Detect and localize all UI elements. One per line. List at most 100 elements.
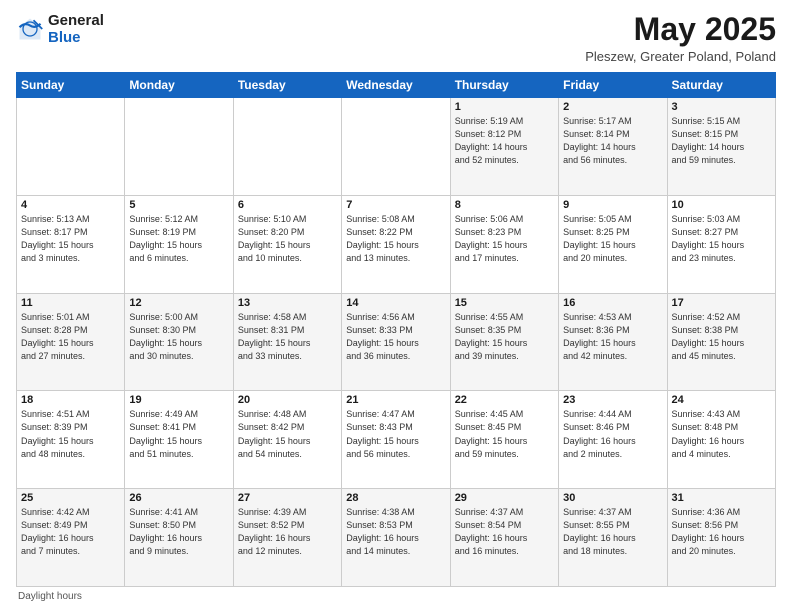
col-monday: Monday	[125, 73, 233, 98]
day-info: Sunrise: 5:19 AM Sunset: 8:12 PM Dayligh…	[455, 115, 554, 167]
day-number: 22	[455, 394, 554, 406]
table-row: 18 Sunrise: 4:51 AM Sunset: 8:39 PM Dayli…	[17, 391, 125, 489]
day-info: Sunrise: 5:03 AM Sunset: 8:27 PM Dayligh…	[672, 213, 771, 265]
calendar-header-row: Sunday Monday Tuesday Wednesday Thursday…	[17, 73, 776, 98]
day-number: 21	[346, 394, 445, 406]
day-number: 5	[129, 199, 228, 211]
day-number: 28	[346, 492, 445, 504]
day-number: 11	[21, 297, 120, 309]
table-row: 11 Sunrise: 5:01 AM Sunset: 8:28 PM Dayli…	[17, 293, 125, 391]
table-row: 16 Sunrise: 4:53 AM Sunset: 8:36 PM Dayli…	[559, 293, 667, 391]
table-row: 22 Sunrise: 4:45 AM Sunset: 8:45 PM Dayli…	[450, 391, 558, 489]
day-info: Sunrise: 5:01 AM Sunset: 8:28 PM Dayligh…	[21, 311, 120, 363]
day-number: 10	[672, 199, 771, 211]
day-number: 6	[238, 199, 337, 211]
day-number: 29	[455, 492, 554, 504]
calendar-week-row: 4 Sunrise: 5:13 AM Sunset: 8:17 PM Daylig…	[17, 195, 776, 293]
table-row: 24 Sunrise: 4:43 AM Sunset: 8:48 PM Dayli…	[667, 391, 775, 489]
title-block: May 2025 Pleszew, Greater Poland, Poland	[585, 12, 776, 64]
table-row: 12Sunrise: 5:00 AM Sunset: 8:30 PM Dayli…	[125, 293, 233, 391]
day-info: Sunrise: 5:12 AM Sunset: 8:19 PM Dayligh…	[129, 213, 228, 265]
table-row: 4 Sunrise: 5:13 AM Sunset: 8:17 PM Daylig…	[17, 195, 125, 293]
day-info: Sunrise: 4:56 AM Sunset: 8:33 PM Dayligh…	[346, 311, 445, 363]
day-number: 18	[21, 394, 120, 406]
day-info: Sunrise: 4:45 AM Sunset: 8:45 PM Dayligh…	[455, 408, 554, 460]
day-info: Sunrise: 5:06 AM Sunset: 8:23 PM Dayligh…	[455, 213, 554, 265]
day-info: Sunrise: 5:00 AM Sunset: 8:30 PM Dayligh…	[129, 311, 228, 363]
table-row: 30Sunrise: 4:37 AM Sunset: 8:55 PM Dayli…	[559, 489, 667, 587]
day-info: Sunrise: 4:44 AM Sunset: 8:46 PM Dayligh…	[563, 408, 662, 460]
day-number: 7	[346, 199, 445, 211]
calendar-week-row: 18 Sunrise: 4:51 AM Sunset: 8:39 PM Dayli…	[17, 391, 776, 489]
day-info: Sunrise: 5:10 AM Sunset: 8:20 PM Dayligh…	[238, 213, 337, 265]
table-row: 19 Sunrise: 4:49 AM Sunset: 8:41 PM Dayli…	[125, 391, 233, 489]
day-number: 15	[455, 297, 554, 309]
table-row: 6 Sunrise: 5:10 AM Sunset: 8:20 PM Daylig…	[233, 195, 341, 293]
day-info: Sunrise: 4:48 AM Sunset: 8:42 PM Dayligh…	[238, 408, 337, 460]
footer-note: Daylight hours	[16, 591, 776, 602]
table-row: 9Sunrise: 5:05 AM Sunset: 8:25 PM Daylig…	[559, 195, 667, 293]
day-number: 20	[238, 394, 337, 406]
table-row: 3 Sunrise: 5:15 AM Sunset: 8:15 PM Daylig…	[667, 98, 775, 196]
day-number: 27	[238, 492, 337, 504]
col-saturday: Saturday	[667, 73, 775, 98]
day-info: Sunrise: 4:58 AM Sunset: 8:31 PM Dayligh…	[238, 311, 337, 363]
table-row: 7Sunrise: 5:08 AM Sunset: 8:22 PM Daylig…	[342, 195, 450, 293]
table-row: 27Sunrise: 4:39 AM Sunset: 8:52 PM Dayli…	[233, 489, 341, 587]
table-row: 26Sunrise: 4:41 AM Sunset: 8:50 PM Dayli…	[125, 489, 233, 587]
col-tuesday: Tuesday	[233, 73, 341, 98]
footer-text: Daylight hours	[18, 591, 82, 602]
day-number: 31	[672, 492, 771, 504]
table-row: 31Sunrise: 4:36 AM Sunset: 8:56 PM Dayli…	[667, 489, 775, 587]
day-info: Sunrise: 5:05 AM Sunset: 8:25 PM Dayligh…	[563, 213, 662, 265]
col-sunday: Sunday	[17, 73, 125, 98]
logo: General Blue	[16, 12, 104, 46]
day-info: Sunrise: 4:43 AM Sunset: 8:48 PM Dayligh…	[672, 408, 771, 460]
day-info: Sunrise: 4:55 AM Sunset: 8:35 PM Dayligh…	[455, 311, 554, 363]
day-info: Sunrise: 5:13 AM Sunset: 8:17 PM Dayligh…	[21, 213, 120, 265]
table-row	[342, 98, 450, 196]
col-wednesday: Wednesday	[342, 73, 450, 98]
table-row: 1Sunrise: 5:19 AM Sunset: 8:12 PM Daylig…	[450, 98, 558, 196]
title-location: Pleszew, Greater Poland, Poland	[585, 49, 776, 64]
day-info: Sunrise: 4:49 AM Sunset: 8:41 PM Dayligh…	[129, 408, 228, 460]
day-number: 16	[563, 297, 662, 309]
day-info: Sunrise: 4:51 AM Sunset: 8:39 PM Dayligh…	[21, 408, 120, 460]
day-number: 3	[672, 101, 771, 113]
table-row: 25 Sunrise: 4:42 AM Sunset: 8:49 PM Dayli…	[17, 489, 125, 587]
calendar-week-row: 11 Sunrise: 5:01 AM Sunset: 8:28 PM Dayli…	[17, 293, 776, 391]
day-number: 19	[129, 394, 228, 406]
day-info: Sunrise: 4:52 AM Sunset: 8:38 PM Dayligh…	[672, 311, 771, 363]
table-row: 20 Sunrise: 4:48 AM Sunset: 8:42 PM Dayli…	[233, 391, 341, 489]
day-info: Sunrise: 5:15 AM Sunset: 8:15 PM Dayligh…	[672, 115, 771, 167]
calendar-week-row: 1Sunrise: 5:19 AM Sunset: 8:12 PM Daylig…	[17, 98, 776, 196]
day-number: 17	[672, 297, 771, 309]
day-info: Sunrise: 4:42 AM Sunset: 8:49 PM Dayligh…	[21, 506, 120, 558]
header: General Blue May 2025 Pleszew, Greater P…	[16, 12, 776, 64]
col-thursday: Thursday	[450, 73, 558, 98]
table-row	[17, 98, 125, 196]
day-info: Sunrise: 5:17 AM Sunset: 8:14 PM Dayligh…	[563, 115, 662, 167]
table-row: 5 Sunrise: 5:12 AM Sunset: 8:19 PM Daylig…	[125, 195, 233, 293]
day-info: Sunrise: 4:38 AM Sunset: 8:53 PM Dayligh…	[346, 506, 445, 558]
logo-icon	[16, 15, 44, 43]
logo-blue: Blue	[48, 29, 104, 46]
table-row: 21Sunrise: 4:47 AM Sunset: 8:43 PM Dayli…	[342, 391, 450, 489]
page: General Blue May 2025 Pleszew, Greater P…	[0, 0, 792, 612]
day-number: 23	[563, 394, 662, 406]
day-number: 25	[21, 492, 120, 504]
day-number: 14	[346, 297, 445, 309]
day-info: Sunrise: 4:41 AM Sunset: 8:50 PM Dayligh…	[129, 506, 228, 558]
table-row: 13 Sunrise: 4:58 AM Sunset: 8:31 PM Dayli…	[233, 293, 341, 391]
col-friday: Friday	[559, 73, 667, 98]
calendar-table: Sunday Monday Tuesday Wednesday Thursday…	[16, 72, 776, 587]
table-row: 8 Sunrise: 5:06 AM Sunset: 8:23 PM Daylig…	[450, 195, 558, 293]
table-row: 23 Sunrise: 4:44 AM Sunset: 8:46 PM Dayli…	[559, 391, 667, 489]
day-number: 4	[21, 199, 120, 211]
table-row: 29Sunrise: 4:37 AM Sunset: 8:54 PM Dayli…	[450, 489, 558, 587]
day-info: Sunrise: 4:53 AM Sunset: 8:36 PM Dayligh…	[563, 311, 662, 363]
day-number: 24	[672, 394, 771, 406]
day-number: 8	[455, 199, 554, 211]
day-number: 13	[238, 297, 337, 309]
table-row	[233, 98, 341, 196]
